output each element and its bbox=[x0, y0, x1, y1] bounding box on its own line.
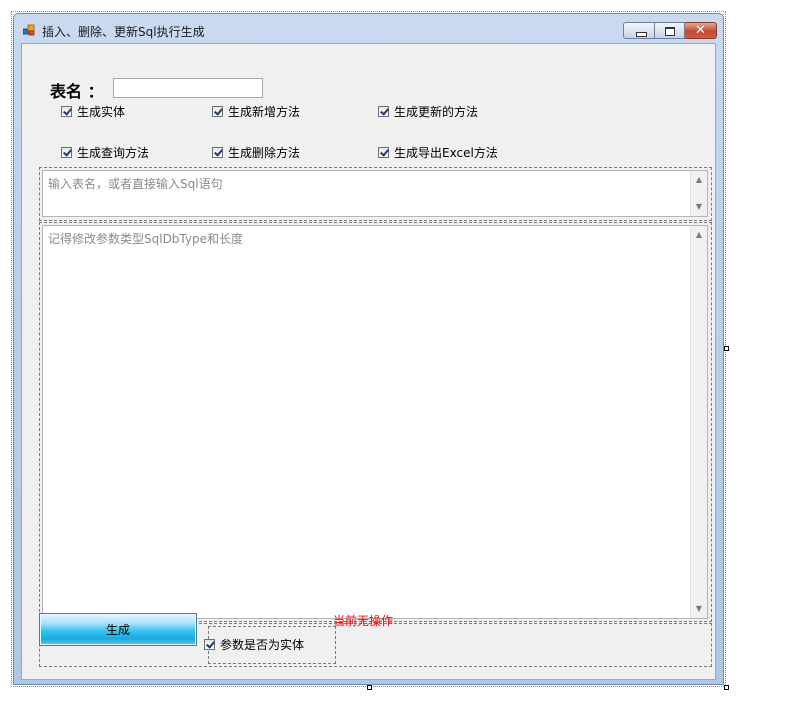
scroll-down-icon[interactable]: ▼ bbox=[691, 604, 707, 614]
checkbox-label: 生成实体 bbox=[77, 105, 126, 119]
window-title: 插入、删除、更新Sql执行生成 bbox=[42, 25, 205, 39]
checkbox-checked-icon bbox=[212, 106, 223, 117]
checkbox-checked-icon bbox=[378, 106, 389, 117]
resize-handle-right[interactable] bbox=[724, 346, 729, 351]
main-window: 插入、删除、更新Sql执行生成 ✕ 表名 ： 生成实体 生成新增方法 生成更新的… bbox=[13, 13, 724, 685]
checkbox-generate-entity[interactable]: 生成实体 bbox=[61, 103, 125, 120]
resize-handle-bottom[interactable] bbox=[367, 685, 372, 690]
checkbox-param-is-entity[interactable]: 参数是否为实体 bbox=[204, 636, 304, 653]
checkbox-generate-export-excel[interactable]: 生成导出Excel方法 bbox=[378, 144, 498, 161]
close-icon: ✕ bbox=[695, 23, 706, 38]
generate-button[interactable]: 生成 bbox=[39, 613, 197, 646]
scroll-up-icon[interactable]: ▲ bbox=[691, 175, 707, 185]
checkbox-checked-icon bbox=[378, 147, 389, 158]
checkbox-generate-query[interactable]: 生成查询方法 bbox=[61, 144, 149, 161]
checkbox-checked-icon bbox=[212, 147, 223, 158]
checkbox-label: 生成新增方法 bbox=[228, 105, 301, 119]
maximize-button[interactable] bbox=[655, 22, 685, 39]
title-bar[interactable]: 插入、删除、更新Sql执行生成 ✕ bbox=[14, 14, 723, 44]
table-name-input[interactable] bbox=[113, 78, 263, 98]
scroll-down-icon[interactable]: ▼ bbox=[691, 202, 707, 212]
app-icon bbox=[23, 24, 35, 36]
caption-buttons: ✕ bbox=[623, 22, 717, 40]
checkbox-label: 参数是否为实体 bbox=[220, 638, 305, 652]
minimize-button[interactable] bbox=[623, 22, 655, 39]
checkbox-label: 生成导出Excel方法 bbox=[394, 146, 498, 160]
form-client-area: 表名 ： 生成实体 生成新增方法 生成更新的方法 生成查询方法 生成删除方法 生… bbox=[21, 43, 716, 680]
resize-handle-corner[interactable] bbox=[724, 685, 729, 690]
output-placeholder: 记得修改参数类型SqlDbType和长度 bbox=[48, 232, 243, 246]
table-name-label: 表名 ： bbox=[50, 82, 104, 101]
sql-input-placeholder: 输入表名，或者直接输入Sql语句 bbox=[48, 177, 223, 191]
checkbox-checked-icon bbox=[61, 147, 72, 158]
output-scrollbar[interactable]: ▲ ▼ bbox=[690, 226, 707, 618]
close-button[interactable]: ✕ bbox=[685, 22, 717, 39]
checkbox-checked-icon bbox=[204, 639, 215, 650]
status-label: 当前无操作 bbox=[333, 614, 394, 628]
maximize-icon bbox=[665, 27, 675, 36]
checkbox-generate-delete[interactable]: 生成删除方法 bbox=[212, 144, 300, 161]
checkbox-checked-icon bbox=[61, 106, 72, 117]
checkbox-label: 生成删除方法 bbox=[228, 146, 301, 160]
checkbox-generate-update[interactable]: 生成更新的方法 bbox=[378, 103, 478, 120]
sql-input-textarea[interactable]: 输入表名，或者直接输入Sql语句 ▲ ▼ bbox=[42, 170, 708, 217]
sql-input-scrollbar[interactable]: ▲ ▼ bbox=[690, 171, 707, 216]
scroll-up-icon[interactable]: ▲ bbox=[691, 230, 707, 240]
checkbox-generate-insert[interactable]: 生成新增方法 bbox=[212, 103, 300, 120]
minimize-icon bbox=[636, 32, 647, 37]
output-textarea[interactable]: 记得修改参数类型SqlDbType和长度 ▲ ▼ bbox=[42, 225, 708, 619]
checkbox-label: 生成更新的方法 bbox=[394, 105, 479, 119]
checkbox-label: 生成查询方法 bbox=[77, 146, 150, 160]
